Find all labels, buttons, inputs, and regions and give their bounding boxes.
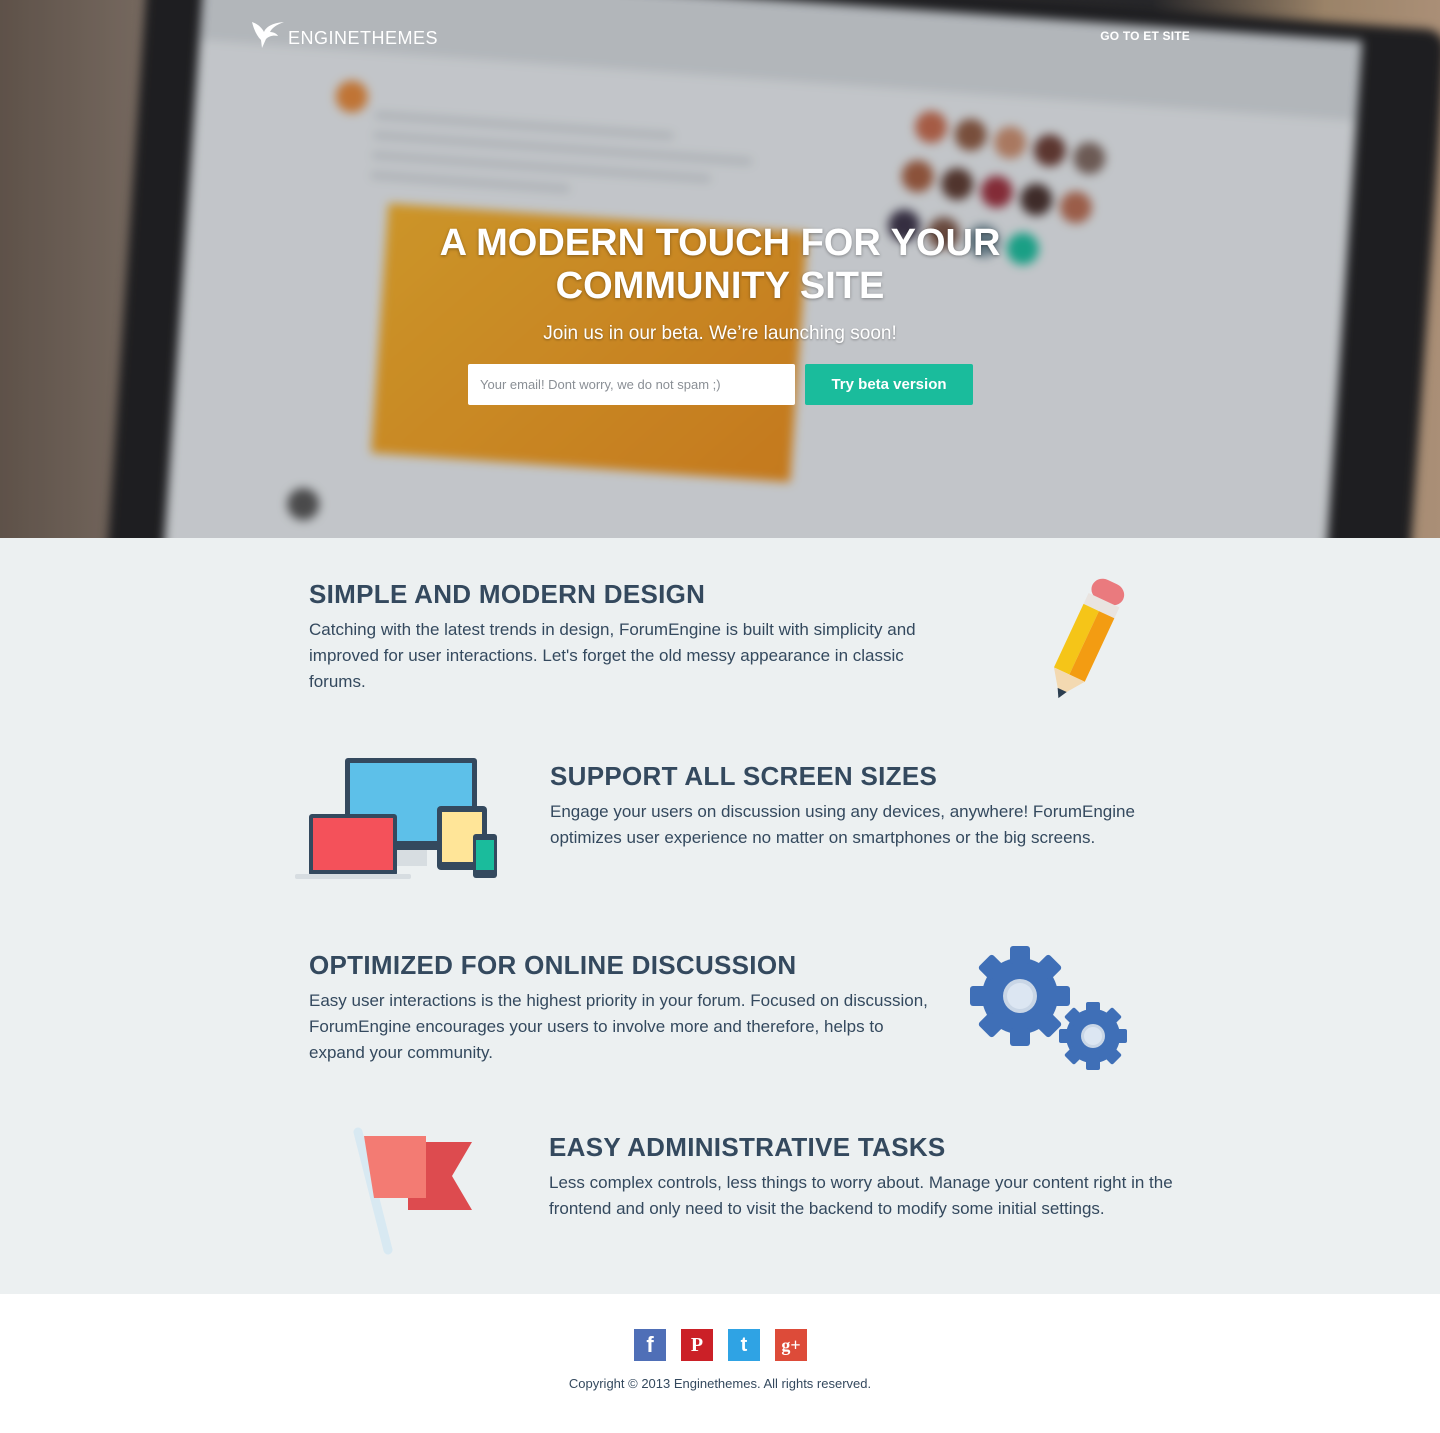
twitter-glyph: t <box>740 1333 748 1356</box>
facebook-icon[interactable]: f <box>634 1329 666 1361</box>
footer: f P t g+ Copyright © 2013 Enginethemes. … <box>0 1294 1440 1433</box>
beta-signup-form: Try beta version <box>468 364 973 405</box>
pencil-icon <box>1053 578 1125 699</box>
logo[interactable]: ENGINETHEMES <box>250 18 438 50</box>
twitter-icon[interactable]: t <box>728 1329 760 1361</box>
hero-title-line2: COMMUNITY SITE <box>555 265 885 307</box>
try-beta-button[interactable]: Try beta version <box>805 364 973 405</box>
feature-title: SUPPORT ALL SCREEN SIZES <box>550 761 938 791</box>
devices-icon <box>295 758 497 879</box>
pinterest-glyph: P <box>690 1333 704 1356</box>
feature-admin-tasks: EASY ADMINISTRATIVE TASKS Less complex c… <box>549 1131 1209 1222</box>
facebook-glyph: f <box>646 1332 654 1357</box>
feature-text: Less complex controls, less things to wo… <box>549 1173 1173 1218</box>
gears-icon <box>970 946 1127 1070</box>
feature-title: OPTIMIZED FOR ONLINE DISCUSSION <box>309 950 797 980</box>
copyright-text: Copyright © 2013 Enginethemes. All right… <box>568 1376 872 1391</box>
feature-text: Catching with the latest trends in desig… <box>309 620 916 691</box>
hero-section: ENGINETHEMES GO TO ET SITE A MODERN TOUC… <box>0 0 1440 538</box>
google-plus-glyph: g+ <box>781 1334 801 1355</box>
email-input[interactable] <box>468 364 795 405</box>
logo-text: ENGINETHEMES <box>288 28 439 48</box>
feature-text: Engage your users on discussion using an… <box>550 802 1135 847</box>
social-links: f P t g+ <box>634 1329 807 1361</box>
features-section: SIMPLE AND MODERN DESIGN Catching with t… <box>0 538 1440 1294</box>
feature-screen-sizes: SUPPORT ALL SCREEN SIZES Engage your use… <box>550 760 1210 851</box>
feature-simple-design: SIMPLE AND MODERN DESIGN Catching with t… <box>309 578 959 695</box>
feature-text: Easy user interactions is the highest pr… <box>309 991 928 1062</box>
google-plus-icon[interactable]: g+ <box>775 1329 807 1361</box>
feature-title: SIMPLE AND MODERN DESIGN <box>309 579 706 609</box>
feature-online-discussion: OPTIMIZED FOR ONLINE DISCUSSION Easy use… <box>309 949 929 1066</box>
hero-title-line1: A MODERN TOUCH FOR YOUR <box>439 222 1001 264</box>
hero-title: A MODERN TOUCH FOR YOUR COMMUNITY SITE <box>0 222 1440 308</box>
feature-title: EASY ADMINISTRATIVE TASKS <box>549 1132 946 1162</box>
hero-subtitle: Join us in our beta. We’re launching soo… <box>543 323 897 344</box>
flag-icon <box>353 1127 472 1255</box>
pinterest-icon[interactable]: P <box>681 1329 713 1361</box>
hummingbird-icon <box>252 22 284 48</box>
go-to-et-site-link[interactable]: GO TO ET SITE <box>1100 29 1190 43</box>
